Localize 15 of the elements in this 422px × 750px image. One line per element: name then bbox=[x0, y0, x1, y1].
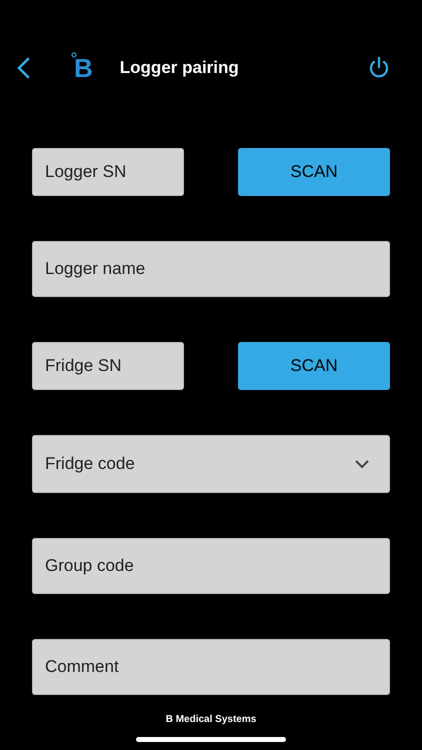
input-field[interactable]: Logger SN bbox=[32, 148, 184, 196]
dropdown-field[interactable]: Fridge code bbox=[32, 435, 390, 493]
back-icon bbox=[16, 57, 30, 79]
input-field[interactable]: Comment bbox=[32, 639, 390, 695]
logo: B bbox=[74, 55, 93, 81]
page-title: Logger pairing bbox=[120, 57, 239, 80]
scan-button[interactable]: SCAN bbox=[238, 342, 390, 390]
chevron-down-icon bbox=[355, 460, 369, 468]
ring-icon bbox=[71, 52, 77, 58]
scan-button[interactable]: SCAN bbox=[238, 148, 390, 196]
input-field[interactable]: Fridge SN bbox=[32, 342, 184, 390]
power-icon bbox=[367, 56, 391, 80]
footer-text: B Medical Systems bbox=[166, 713, 256, 727]
input-field[interactable]: Logger name bbox=[32, 241, 390, 297]
input-field[interactable]: Group code bbox=[32, 538, 390, 594]
